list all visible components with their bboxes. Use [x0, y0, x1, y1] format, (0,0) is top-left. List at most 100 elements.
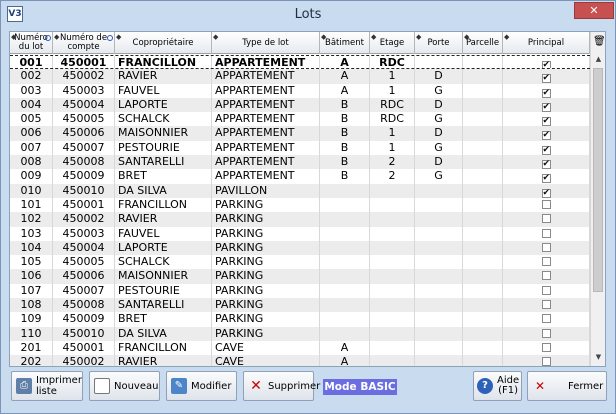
principal-checkbox[interactable]: ✔ [541, 61, 551, 69]
table-row[interactable]: 007 450007 PESTOURIE APPARTEMENT B 1 G ✔ [10, 140, 590, 156]
column-header-label: Copropriétaire [132, 37, 194, 48]
cell-porte [415, 340, 463, 356]
principal-checkbox[interactable] [541, 357, 551, 366]
principal-checkbox[interactable]: ✔ [541, 117, 551, 127]
vertical-scrollbar[interactable]: 🗑 ▲ ▼ [590, 32, 605, 366]
principal-checkbox[interactable] [541, 199, 551, 209]
principal-checkbox[interactable] [541, 314, 551, 324]
table-row[interactable]: 004 450004 LAPORTE APPARTEMENT B RDC D ✔ [10, 97, 590, 113]
print-list-label: Imprimer liste [36, 375, 82, 397]
cell-parc [463, 112, 503, 127]
table-row[interactable]: 108 450008 SANTARELLI PARKING [10, 298, 590, 313]
cell-porte [415, 355, 463, 366]
print-list-button[interactable]: ⎙ Imprimer liste [11, 371, 83, 401]
table-row[interactable]: 110 450010 DA SILVA PARKING [10, 326, 590, 341]
modify-label: Modifier [191, 380, 232, 392]
title-bar[interactable]: V3 Lots ✕ [1, 1, 615, 29]
cell-num: 002 [10, 69, 53, 84]
principal-checkbox[interactable]: ✔ [541, 174, 551, 184]
lots-window: V3 Lots ✕ ◆ Numéro du lot ◆ Numéro de compt… [0, 0, 616, 414]
table-row[interactable]: 104 450004 LAPORTE PARKING [10, 240, 590, 256]
column-header-num[interactable]: ◆ Numéro du lot [10, 32, 53, 54]
scroll-down-icon[interactable]: ▼ [591, 350, 605, 364]
cell-etage: 2 [370, 169, 415, 184]
cell-compte: 450001 [53, 56, 115, 69]
cell-etage [370, 240, 415, 256]
table-row[interactable]: 107 450007 PESTOURIE PARKING [10, 283, 590, 299]
principal-checkbox[interactable]: ✔ [541, 102, 551, 112]
table-row[interactable]: 010 450010 DA SILVA PAVILLON ✔ [10, 183, 590, 198]
close-window-button[interactable]: ✕ [574, 2, 614, 19]
cell-type: APPARTEMENT [212, 155, 320, 170]
table-row[interactable]: 103 450003 FAUVEL PARKING [10, 226, 590, 241]
cell-etage: RDC [370, 112, 415, 127]
principal-checkbox[interactable] [541, 328, 551, 338]
cell-princ: ✔ [503, 56, 590, 69]
delete-button[interactable]: ✕ Supprimer [243, 371, 320, 401]
cell-prop: DA SILVA [115, 183, 212, 198]
principal-checkbox[interactable]: ✔ [541, 131, 551, 141]
table-row[interactable]: 001 450001 FRANCILLON APPARTEMENT A RDC ✔ [10, 55, 590, 70]
column-header-princ[interactable]: ◆ Principal [503, 32, 590, 54]
principal-checkbox[interactable] [541, 342, 551, 352]
column-header-etage[interactable]: ◆ Etage [370, 32, 415, 54]
principal-checkbox[interactable] [541, 257, 551, 267]
column-header-parc[interactable]: ◆ Parcelle [463, 32, 503, 54]
principal-checkbox[interactable]: ✔ [541, 188, 551, 198]
column-header-compte[interactable]: ◆ Numéro de compte [53, 32, 115, 54]
new-button[interactable]: Nouveau [89, 371, 160, 401]
column-header-type[interactable]: ◆ Type de lot [212, 32, 320, 54]
principal-checkbox[interactable]: ✔ [541, 74, 551, 84]
help-label-line2: (F1) [498, 385, 519, 396]
table-row[interactable]: 109 450009 BRET PARKING [10, 312, 590, 327]
table-row[interactable]: 202 450002 RAVIER CAVE A [10, 355, 590, 366]
principal-checkbox[interactable]: ✔ [541, 160, 551, 170]
cell-compte: 450003 [53, 83, 115, 98]
help-button[interactable]: ? Aide (F1) [473, 371, 522, 401]
principal-checkbox[interactable] [541, 242, 551, 252]
cell-etage [370, 269, 415, 284]
cell-num: 101 [10, 197, 53, 213]
cell-porte [415, 183, 463, 198]
principal-checkbox[interactable] [541, 300, 551, 310]
table-row[interactable]: 201 450001 FRANCILLON CAVE A [10, 340, 590, 356]
principal-checkbox[interactable] [541, 285, 551, 295]
cell-prop: FAUVEL [115, 226, 212, 241]
modify-button[interactable]: ✎ Modifier [166, 371, 237, 401]
scroll-thumb[interactable] [593, 68, 603, 292]
cell-etage [370, 226, 415, 241]
table-row[interactable]: 101 450001 FRANCILLON PARKING [10, 197, 590, 213]
table-row[interactable]: 003 450003 FAUVEL APPARTEMENT A 1 G ✔ [10, 83, 590, 98]
table-row[interactable]: 102 450002 RAVIER PARKING [10, 212, 590, 227]
cell-parc [463, 183, 503, 198]
table-row[interactable]: 105 450005 SCHALCK PARKING [10, 255, 590, 270]
table-row[interactable]: 008 450008 SANTARELLI APPARTEMENT B 2 D ✔ [10, 155, 590, 170]
cell-bat [320, 298, 370, 313]
cell-bat [320, 326, 370, 341]
principal-checkbox[interactable] [541, 228, 551, 238]
cell-prop: SANTARELLI [115, 155, 212, 170]
trash-icon[interactable]: 🗑 [593, 36, 605, 48]
cell-compte: 450009 [53, 169, 115, 184]
column-header-prop[interactable]: ◆ Copropriétaire [115, 32, 212, 54]
table-row[interactable]: 106 450006 MAISONNIER PARKING [10, 269, 590, 284]
principal-checkbox[interactable] [541, 271, 551, 281]
table-row[interactable]: 005 450005 SCHALCK APPARTEMENT B RDC G ✔ [10, 112, 590, 127]
cell-porte [415, 255, 463, 270]
principal-checkbox[interactable]: ✔ [541, 88, 551, 98]
table-row[interactable]: 002 450002 RAVIER APPARTEMENT A 1 D ✔ [10, 69, 590, 84]
cell-parc [463, 312, 503, 327]
column-header-porte[interactable]: ◆ Porte [415, 32, 463, 54]
close-button[interactable]: ✕ Fermer [527, 371, 607, 401]
cell-compte: 450001 [53, 197, 115, 213]
cell-prop: RAVIER [115, 69, 212, 84]
table-row[interactable]: 006 450006 MAISONNIER APPARTEMENT B 1 D ✔ [10, 126, 590, 141]
cell-compte: 450006 [53, 269, 115, 284]
table-row[interactable]: 009 450009 BRET APPARTEMENT B 2 G ✔ [10, 169, 590, 184]
principal-checkbox[interactable]: ✔ [541, 145, 551, 155]
cell-prop: FRANCILLON [115, 197, 212, 213]
column-header-bat[interactable]: ◆ Bâtiment [320, 32, 370, 54]
cell-type: APPARTEMENT [212, 112, 320, 127]
scroll-up-icon[interactable]: ▲ [591, 52, 605, 66]
principal-checkbox[interactable] [541, 214, 551, 224]
